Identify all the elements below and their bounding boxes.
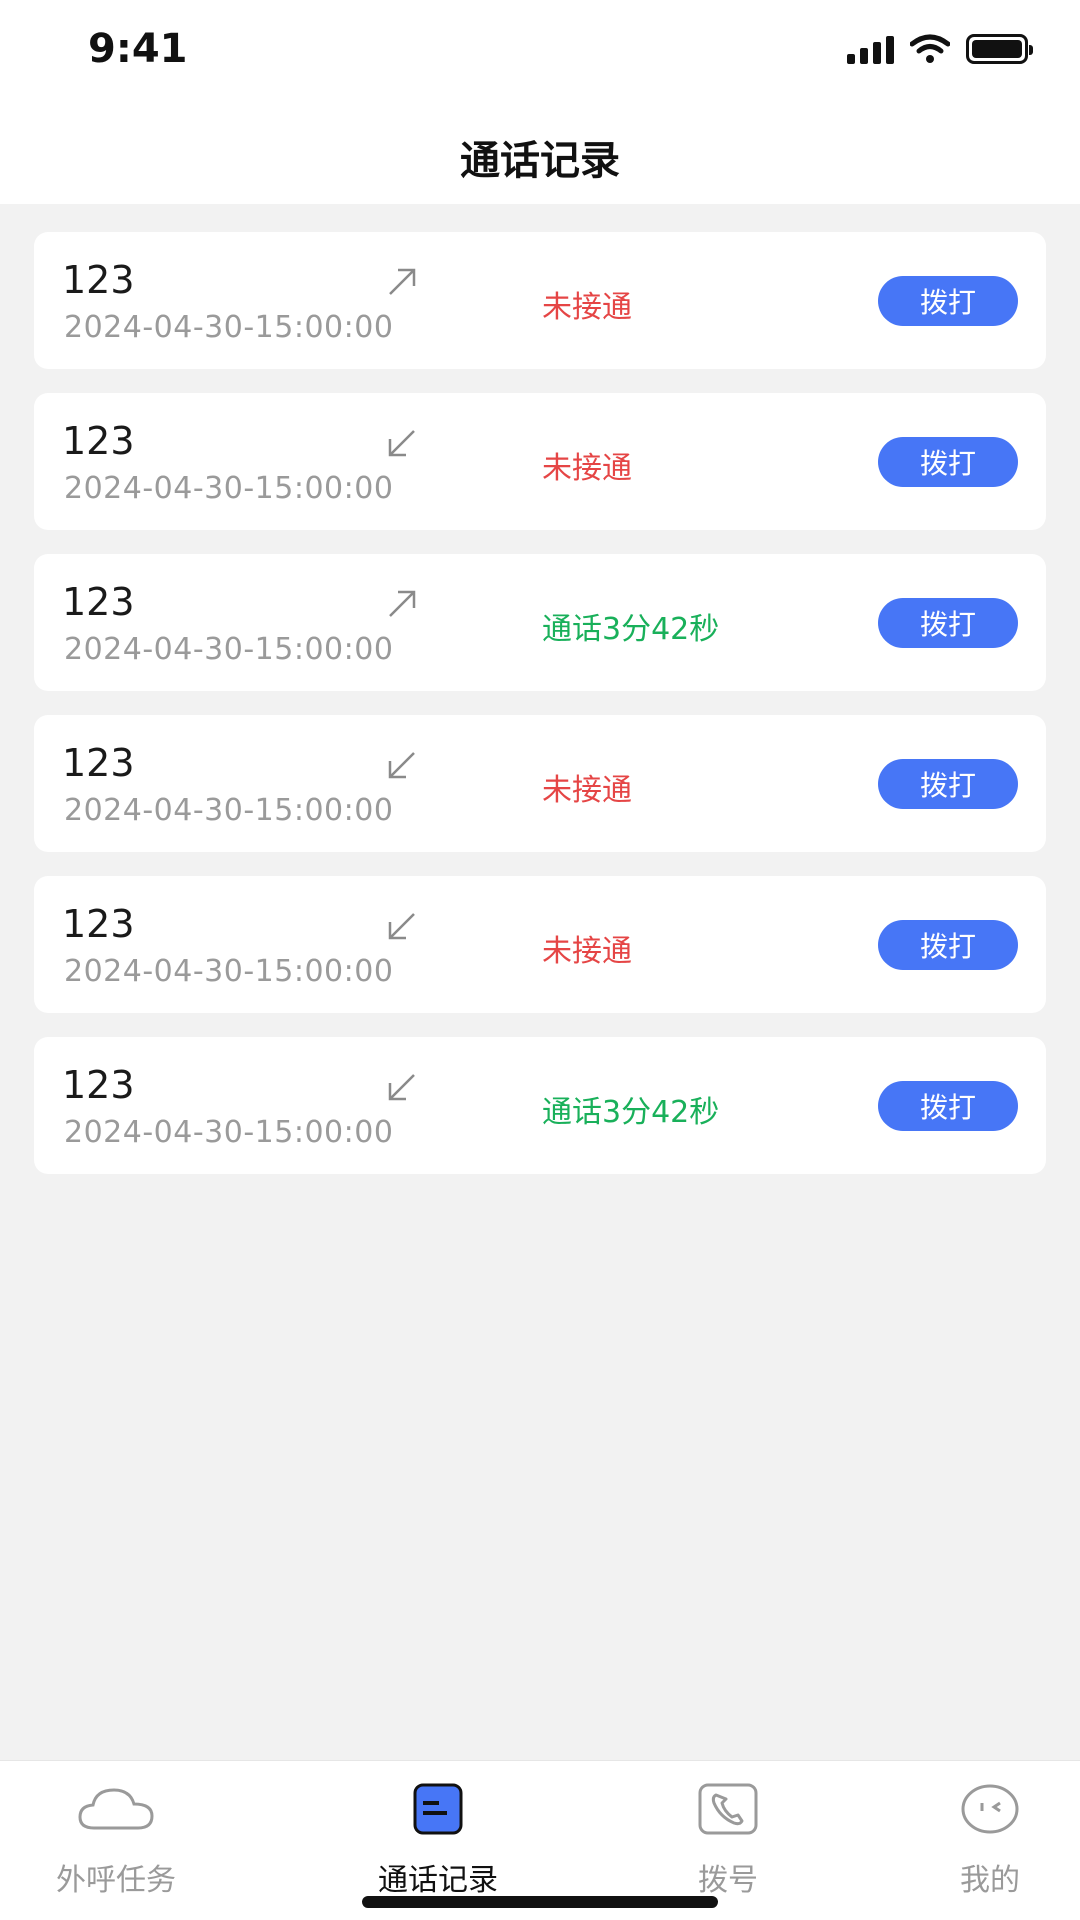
tab-outbound-tasks[interactable]: 外呼任务: [16, 1779, 216, 1899]
incoming-arrow-icon: [388, 913, 415, 940]
tab-label: 我的: [960, 1863, 1020, 1898]
outgoing-arrow-icon: [389, 590, 416, 617]
cloud-icon: [78, 1788, 154, 1830]
call-log-icon: [413, 1783, 463, 1835]
dial-button[interactable]: 拨打: [878, 1081, 1018, 1131]
dial-button[interactable]: 拨打: [878, 920, 1018, 970]
page-title: 通话记录: [460, 138, 620, 184]
phone-number: 123: [62, 1063, 135, 1107]
call-datetime: 2024-04-30-15:00:00: [64, 1115, 394, 1150]
call-record-card[interactable]: 123 2024-04-30-15:00:00 通话3分42秒 拨打: [34, 1037, 1046, 1174]
call-datetime: 2024-04-30-15:00:00: [64, 954, 394, 989]
signal-icon: [847, 34, 894, 64]
call-status: 未接通: [542, 934, 632, 969]
call-status: 未接通: [542, 451, 632, 486]
top-bar: 9:41 通话记录: [0, 0, 1080, 204]
phone-number: 123: [62, 902, 135, 946]
call-datetime: 2024-04-30-15:00:00: [64, 471, 394, 506]
call-status: 通话3分42秒: [542, 1095, 720, 1130]
call-datetime: 2024-04-30-15:00:00: [64, 310, 394, 345]
call-record-card[interactable]: 123 2024-04-30-15:00:00 未接通 拨打: [34, 393, 1046, 530]
incoming-arrow-icon: [388, 752, 415, 779]
status-time: 9:41: [88, 26, 188, 72]
phone-number: 123: [62, 741, 135, 785]
tab-label: 拨号: [698, 1863, 758, 1898]
call-status: 未接通: [542, 290, 632, 325]
tab-mine[interactable]: 我的: [890, 1779, 1080, 1899]
tab-label: 外呼任务: [56, 1863, 176, 1898]
phone-number: 123: [62, 580, 135, 624]
incoming-arrow-icon: [388, 1074, 415, 1101]
call-log-page: 9:41 通话记录 123 2024-04-30-15:00:00 未接通 拨打: [0, 0, 1080, 1920]
call-record-card[interactable]: 123 2024-04-30-15:00:00 未接通 拨打: [34, 232, 1046, 369]
call-record-card[interactable]: 123 2024-04-30-15:00:00 通话3分42秒 拨打: [34, 554, 1046, 691]
tab-call-log[interactable]: 通话记录: [338, 1779, 538, 1899]
home-indicator[interactable]: [362, 1896, 718, 1908]
battery-icon: [966, 34, 1033, 64]
tab-label: 通话记录: [378, 1863, 498, 1898]
call-record-card[interactable]: 123 2024-04-30-15:00:00 未接通 拨打: [34, 876, 1046, 1013]
dial-button[interactable]: 拨打: [878, 598, 1018, 648]
outgoing-arrow-icon: [389, 268, 416, 295]
phone-number: 123: [62, 419, 135, 463]
phone-number: 123: [62, 258, 135, 302]
incoming-arrow-icon: [388, 430, 415, 457]
dial-button[interactable]: 拨打: [878, 759, 1018, 809]
call-record-card[interactable]: 123 2024-04-30-15:00:00 未接通 拨打: [34, 715, 1046, 852]
face-icon: [961, 1784, 1019, 1834]
tab-dial[interactable]: 拨号: [628, 1779, 828, 1899]
status-icons: [847, 34, 1033, 64]
call-datetime: 2024-04-30-15:00:00: [64, 793, 394, 828]
call-datetime: 2024-04-30-15:00:00: [64, 632, 394, 667]
call-record-list: 123 2024-04-30-15:00:00 未接通 拨打 123 2024-…: [34, 232, 1046, 1198]
dial-button[interactable]: 拨打: [878, 437, 1018, 487]
wifi-icon: [910, 34, 950, 63]
call-status: 通话3分42秒: [542, 612, 720, 647]
dial-button[interactable]: 拨打: [878, 276, 1018, 326]
phone-icon: [698, 1783, 758, 1835]
call-status: 未接通: [542, 773, 632, 808]
